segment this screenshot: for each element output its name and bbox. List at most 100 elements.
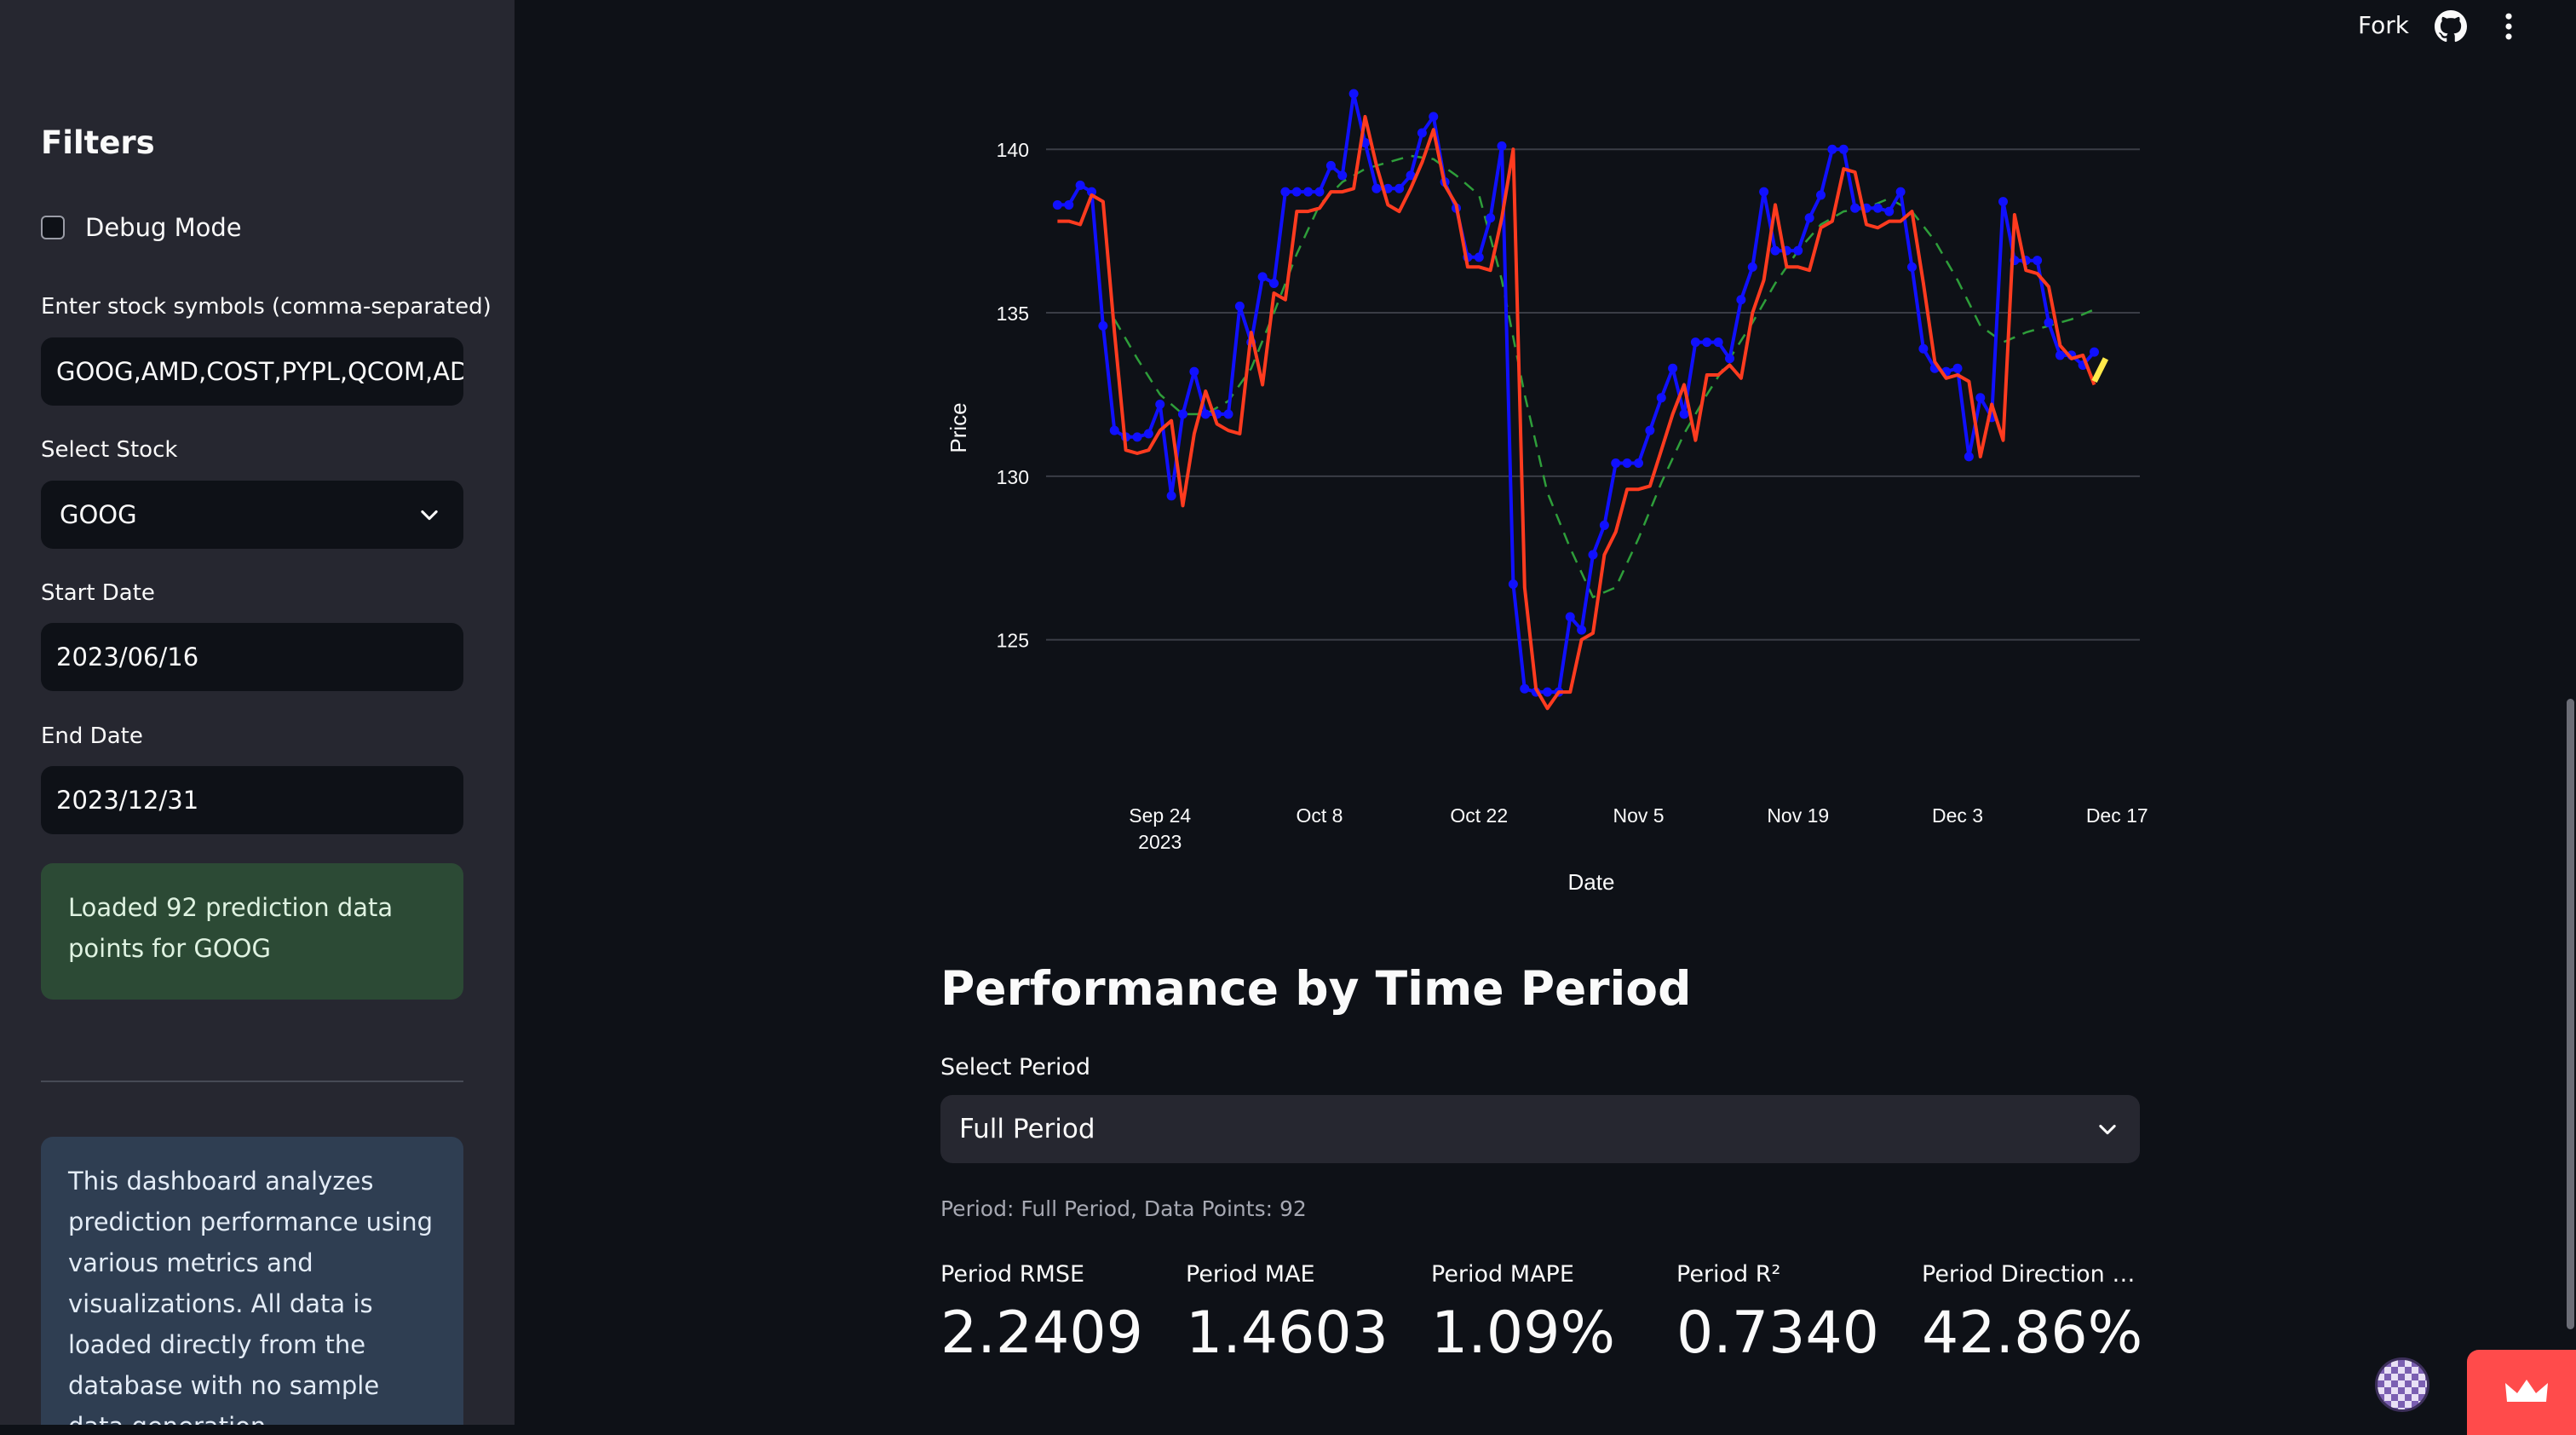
- actual-point: [1371, 183, 1382, 193]
- crown-icon: [2505, 1380, 2548, 1402]
- y-axis-label: Price: [946, 402, 971, 452]
- actual-point: [1816, 190, 1826, 200]
- actual-point: [1486, 213, 1496, 223]
- checkbox-box[interactable]: [41, 216, 65, 239]
- metric-mape: Period MAPE 1.09%: [1431, 1261, 1670, 1367]
- actual-point: [1257, 272, 1268, 282]
- actual-point: [1223, 409, 1233, 419]
- metric-label: Period R²: [1676, 1261, 1781, 1288]
- metric-label: Period MAPE: [1431, 1261, 1574, 1288]
- actual-point: [1645, 425, 1655, 435]
- end-date-input[interactable]: 2023/12/31: [41, 766, 463, 834]
- actual-point: [1543, 687, 1552, 697]
- stock-select[interactable]: GOOG: [41, 481, 463, 549]
- actual-point: [2067, 350, 2077, 360]
- actual-point: [2090, 347, 2099, 357]
- success-message: Loaded 92 prediction data points for GOO…: [41, 863, 463, 1000]
- metric-value: 42.86%: [1922, 1300, 2143, 1367]
- actual-point: [1121, 432, 1131, 442]
- actual-point: [1098, 320, 1108, 331]
- actual-point: [2055, 350, 2065, 360]
- start-date-label: Start Date: [41, 580, 155, 606]
- actual-point: [1793, 245, 1803, 256]
- actual-point: [1679, 409, 1689, 419]
- actual-point: [1132, 432, 1142, 442]
- github-icon[interactable]: [2435, 10, 2467, 43]
- scrollbar-thumb[interactable]: [2567, 699, 2574, 1329]
- stock-select-label: Select Stock: [41, 437, 178, 463]
- actual-point: [1554, 687, 1564, 697]
- y-tick-label: 125: [997, 630, 1029, 652]
- stock-select-value: GOOG: [60, 500, 137, 529]
- metric-value: 1.09%: [1431, 1300, 1616, 1367]
- debug-mode-checkbox[interactable]: Debug Mode: [41, 213, 242, 242]
- actual-point: [1565, 612, 1575, 622]
- actual-point: [1725, 354, 1734, 364]
- actual-point: [1178, 409, 1187, 419]
- symbols-input[interactable]: GOOG,AMD,COST,PYPL,QCOM,ADBE: [41, 337, 463, 406]
- avatar[interactable]: [2375, 1357, 2429, 1412]
- actual-point: [1246, 337, 1256, 348]
- metric-value: 2.2409: [940, 1300, 1143, 1367]
- actual-point: [1611, 458, 1621, 469]
- actual-point: [1759, 187, 1769, 197]
- fork-button[interactable]: Fork: [2358, 11, 2409, 39]
- metric-direction-accuracy: Period Direction Ac... 42.86%: [1922, 1261, 2143, 1367]
- actual-point: [1702, 337, 1712, 348]
- chevron-down-icon: [421, 510, 438, 521]
- x-tick-label: Dec 17: [2086, 804, 2148, 827]
- actual-point: [1508, 579, 1518, 589]
- actual-point: [1918, 343, 1929, 354]
- actual-point: [1064, 199, 1074, 210]
- actual-point: [1588, 550, 1598, 560]
- actual-point: [1656, 393, 1666, 403]
- actual-point: [1143, 429, 1153, 439]
- actual-line: [1057, 92, 2096, 694]
- metric-label: Period Direction Ac...: [1922, 1261, 2140, 1288]
- actual-point: [1987, 412, 1997, 423]
- actual-point: [1280, 187, 1291, 197]
- actual-point: [1952, 363, 1963, 373]
- actual-point: [1406, 170, 1416, 181]
- actual-point: [1804, 213, 1814, 223]
- x-tick-label: Nov 19: [1767, 804, 1829, 827]
- sidebar-title: Filters: [41, 124, 155, 161]
- start-date-input[interactable]: 2023/06/16: [41, 623, 463, 691]
- y-tick-label: 140: [997, 139, 1029, 161]
- actual-point: [1314, 187, 1325, 197]
- end-date-label: End Date: [41, 723, 143, 749]
- actual-point: [1474, 252, 1484, 262]
- actual-point: [1634, 458, 1643, 469]
- actual-point: [1212, 409, 1222, 419]
- info-message: This dashboard analyzes prediction perfo…: [41, 1137, 463, 1425]
- actual-point: [1394, 183, 1405, 193]
- actual-point: [1348, 89, 1359, 99]
- actual-point: [1861, 203, 1872, 213]
- actual-point: [1520, 683, 1530, 694]
- actual-point: [2021, 256, 2031, 266]
- actual-point: [1577, 625, 1587, 635]
- streamlit-badge[interactable]: [2467, 1350, 2576, 1435]
- actual-point: [1200, 409, 1210, 419]
- actual-point: [1463, 252, 1473, 262]
- actual-point: [1690, 337, 1700, 348]
- forecast-line: [2091, 357, 2109, 383]
- sidebar-divider: [41, 1081, 463, 1082]
- section-title: Performance by Time Period: [940, 961, 1692, 1016]
- metric-label: Period RMSE: [940, 1261, 1085, 1288]
- metric-value: 0.7340: [1676, 1300, 1879, 1367]
- x-tick-sublabel: 2023: [1138, 831, 1182, 853]
- sidebar: Filters Debug Mode Enter stock symbols (…: [0, 0, 515, 1425]
- more-menu-icon[interactable]: [2499, 10, 2518, 43]
- chevron-down-icon: [2099, 1124, 2116, 1135]
- actual-point: [1622, 458, 1632, 469]
- period-select-label: Select Period: [940, 1054, 1091, 1081]
- actual-point: [1872, 203, 1883, 213]
- actual-point: [1325, 160, 1336, 170]
- actual-point: [1599, 520, 1609, 530]
- period-select[interactable]: Full Period: [940, 1095, 2140, 1163]
- symbols-label: Enter stock symbols (comma-separated): [41, 294, 492, 320]
- actual-point: [1531, 687, 1541, 697]
- actual-point: [1781, 245, 1791, 256]
- actual-point: [1440, 177, 1450, 187]
